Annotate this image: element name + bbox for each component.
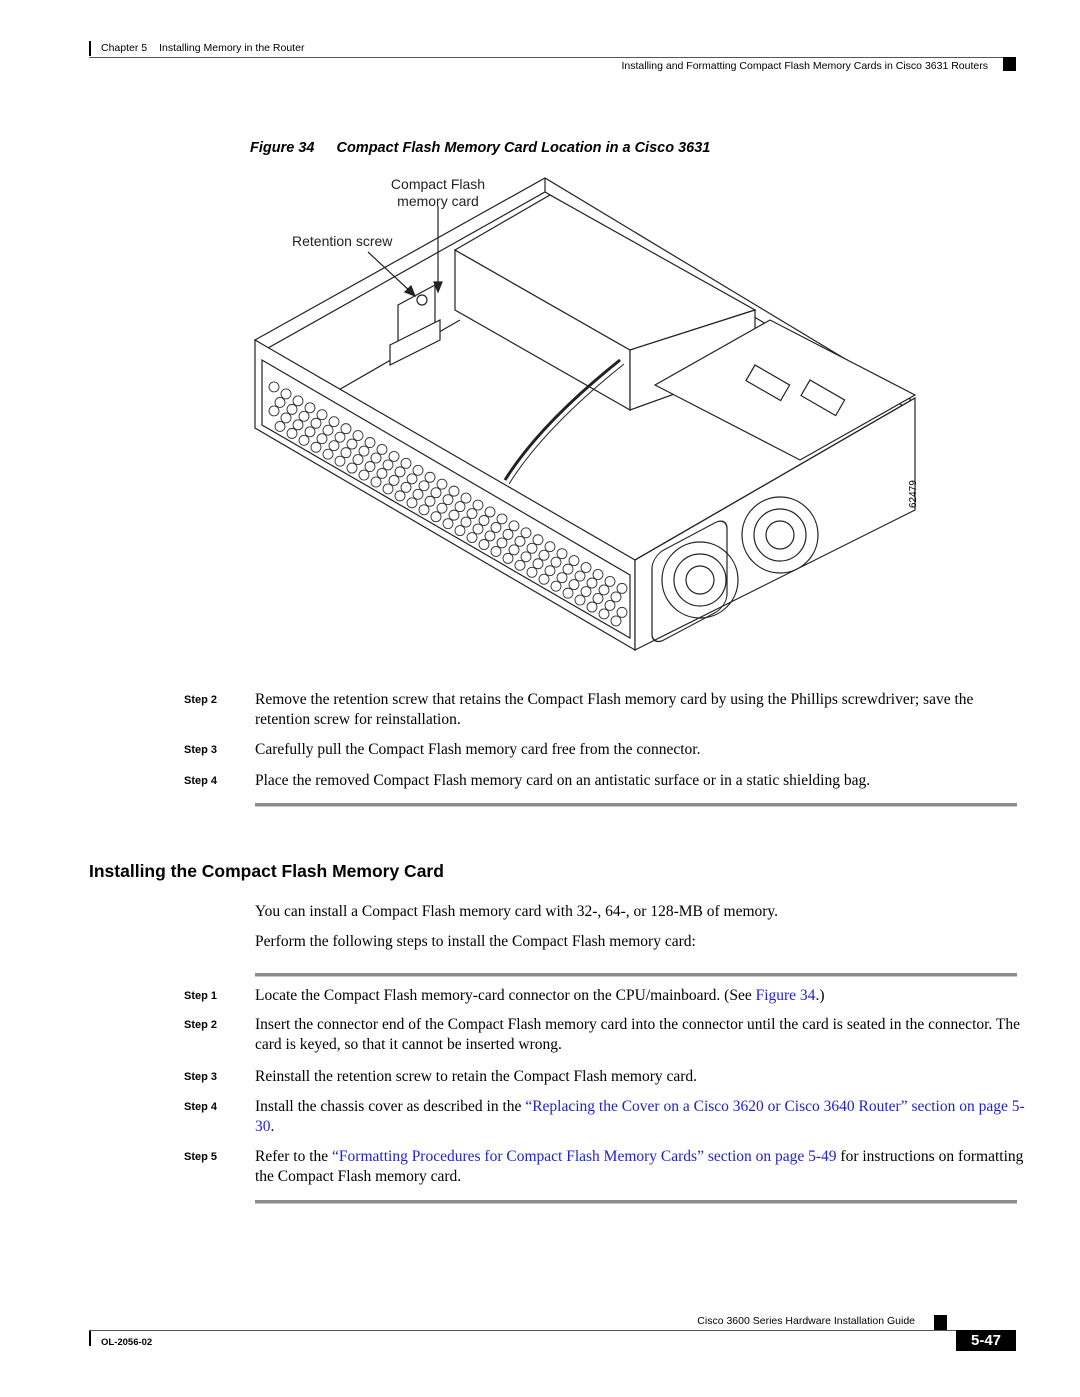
step-text-part: . xyxy=(270,1118,275,1135)
retention-screw xyxy=(416,294,428,306)
step-label: Step 1 xyxy=(184,990,218,1002)
procedure-end-rule xyxy=(255,1200,1017,1204)
figure-number: Figure 34 xyxy=(250,140,315,156)
step-label: Step 4 xyxy=(184,775,218,787)
intro-paragraph: Perform the following steps to install t… xyxy=(255,933,696,950)
figure-title: Compact Flash Memory Card Location in a … xyxy=(336,140,711,156)
callout-retention-screw: Retention screw xyxy=(292,233,393,249)
step-text: Locate the Compact Flash memory-card con… xyxy=(255,986,1025,1006)
step-label: Step 2 xyxy=(184,694,218,706)
footer-rule xyxy=(89,1330,1016,1331)
figure-caption: Figure 34 Compact Flash Memory Card Locat… xyxy=(250,140,710,156)
footer-margin-bar xyxy=(89,1331,91,1346)
chapter-header: Chapter 5 Installing Memory in the Router xyxy=(101,42,304,54)
header-marker xyxy=(1003,57,1016,71)
chapter-label: Chapter 5 xyxy=(101,42,148,54)
step-label: Step 5 xyxy=(184,1151,218,1163)
step-text: Install the chassis cover as described i… xyxy=(255,1097,1025,1137)
footer-marker xyxy=(934,1315,947,1330)
callout-memory-card-line1: Compact Flash xyxy=(390,176,486,192)
step-text-part: Refer to the xyxy=(255,1148,333,1165)
formatting-procedures-link[interactable]: “Formatting Procedures for Compact Flash… xyxy=(332,1148,837,1165)
step-text: Refer to the “Formatting Procedures for … xyxy=(255,1147,1025,1187)
page-number: 5-47 xyxy=(956,1330,1016,1351)
section-running-header: Installing and Formatting Compact Flash … xyxy=(621,60,989,72)
callout-memory-card: Compact Flash memory card xyxy=(378,176,498,210)
header-margin-bar xyxy=(89,41,91,56)
step-label: Step 3 xyxy=(184,744,218,756)
front-bezel xyxy=(254,338,636,652)
step-text: Place the removed Compact Flash memory c… xyxy=(255,772,871,789)
header-rule xyxy=(89,57,1016,58)
step-text: Reinstall the retention screw to retain … xyxy=(255,1068,698,1085)
step-label: Step 3 xyxy=(184,1071,218,1083)
figure-link[interactable]: Figure 34 xyxy=(756,987,816,1004)
doc-number: OL-2056-02 xyxy=(101,1337,153,1348)
step-text-part: Locate the Compact Flash memory-card con… xyxy=(255,987,756,1004)
step-label: Step 4 xyxy=(184,1101,218,1113)
procedure-start-rule xyxy=(255,973,1017,977)
intro-paragraph: You can install a Compact Flash memory c… xyxy=(255,903,779,920)
section-heading: Installing the Compact Flash Memory Card xyxy=(89,861,444,881)
callout-memory-card-line2: memory card xyxy=(397,193,479,209)
step-label: Step 2 xyxy=(184,1019,218,1031)
step-text-part: .) xyxy=(815,987,825,1004)
procedure-end-rule xyxy=(255,803,1017,807)
chapter-title: Installing Memory in the Router xyxy=(159,42,305,54)
router-illustration: Compact Flash memory card Retention scre… xyxy=(250,170,950,670)
art-id: 62479 xyxy=(908,480,919,508)
guide-title: Cisco 3600 Series Hardware Installation … xyxy=(697,1315,915,1327)
step-text: Carefully pull the Compact Flash memory … xyxy=(255,741,701,758)
step-text: Remove the retention screw that retains … xyxy=(255,691,974,728)
step-text-part: Install the chassis cover as described i… xyxy=(255,1098,526,1115)
step-text: Insert the connector end of the Compact … xyxy=(255,1016,1020,1053)
